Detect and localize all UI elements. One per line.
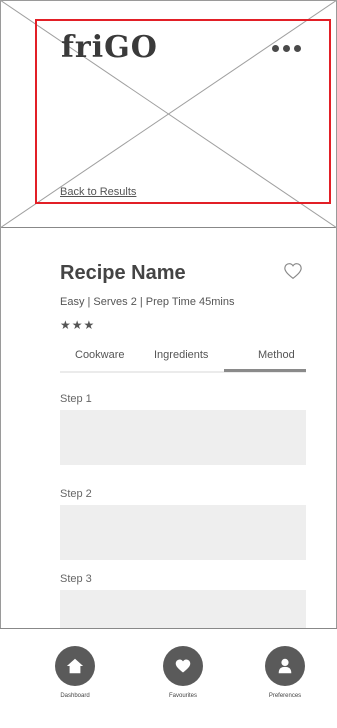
back-to-results-link[interactable]: Back to Results xyxy=(60,186,136,198)
tab-cookware[interactable]: Cookware xyxy=(75,349,125,361)
step-2-label: Step 2 xyxy=(60,488,92,500)
step-1-label: Step 1 xyxy=(60,393,92,405)
active-tab-indicator xyxy=(224,369,306,372)
user-icon xyxy=(265,646,305,686)
heart-icon xyxy=(163,646,203,686)
nav-preferences[interactable]: Preferences xyxy=(255,646,315,718)
more-options-icon[interactable] xyxy=(272,45,301,52)
app-logo: friGO xyxy=(61,30,158,65)
star-rating: ★★★ xyxy=(60,318,96,332)
step-3-content xyxy=(60,590,306,628)
home-icon xyxy=(55,646,95,686)
recipe-title: Recipe Name xyxy=(60,262,186,284)
tab-ingredients[interactable]: Ingredients xyxy=(154,349,208,361)
tab-method[interactable]: Method xyxy=(258,349,295,361)
nav-preferences-label: Preferences xyxy=(268,693,302,699)
hero-image-placeholder: friGO Back to Results xyxy=(0,0,337,228)
bottom-nav: Dashboard Favourites Preferences xyxy=(0,628,337,728)
step-1-content xyxy=(60,410,306,465)
recipe-meta: Easy | Serves 2 | Prep Time 45mins xyxy=(60,296,235,308)
nav-dashboard-label: Dashboard xyxy=(60,693,90,699)
nav-favourites-label: Favourites xyxy=(168,693,197,699)
nav-favourites[interactable]: Favourites xyxy=(153,646,213,718)
step-2-content xyxy=(60,505,306,560)
recipe-tabs: Cookware Ingredients Method xyxy=(60,349,306,373)
step-3-label: Step 3 xyxy=(60,573,92,585)
favourite-heart-icon[interactable] xyxy=(283,262,303,280)
nav-dashboard[interactable]: Dashboard xyxy=(45,646,105,718)
